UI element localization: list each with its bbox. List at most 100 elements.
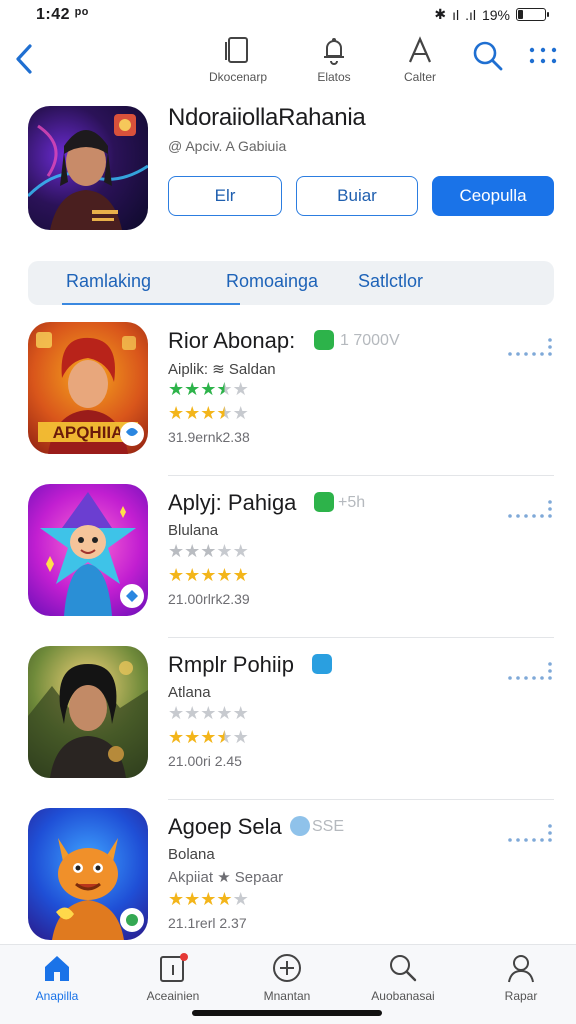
list-item[interactable]: Agoep Sela SSE Bolana Akpiiat ★ Sepaar ★… [0, 802, 576, 962]
bottom-tab-label: Aceainien [146, 989, 200, 1003]
app-icon [28, 808, 148, 940]
nav-item-calter[interactable]: Calter [380, 34, 460, 84]
bottom-tab-label: Rapar [504, 989, 538, 1003]
app-meta: 21.00ri 2.45 [168, 753, 242, 769]
battery-icon [516, 8, 549, 21]
tab-bar: Ramlaking Romoainga Satlctlor [28, 261, 554, 305]
list-item[interactable]: Rmplr Pohiip Atlana ★★★★★ ★★★★★ 21.00ri … [0, 640, 576, 800]
status-time: 1:42 ᵖᵒ [36, 6, 89, 23]
more-dots-icon[interactable] [506, 498, 554, 524]
star-icon: ★ [200, 727, 217, 747]
app-meta: 31.9ernk2.38 [168, 429, 250, 445]
back-button[interactable] [12, 42, 36, 76]
search-icon [473, 41, 503, 71]
bottom-tab-updates[interactable]: Aceainien [118, 953, 228, 1003]
hero-character-icon: APQHIIA [36, 332, 144, 454]
featured-app-icon[interactable] [28, 106, 148, 230]
app-icon [28, 646, 148, 778]
nav-item-device[interactable]: Dkocenarp [198, 34, 278, 84]
bottom-tab-home[interactable]: Anapilla [2, 953, 112, 1003]
bottom-tab-profile[interactable]: Rapar [466, 953, 576, 1003]
more-dots-icon[interactable] [506, 660, 554, 686]
search-icon [390, 955, 417, 982]
star-icon: ★ [232, 379, 249, 399]
star-icon: ★ [200, 565, 217, 585]
app-name: Rmplr Pohiip [168, 652, 294, 677]
nav-item-alerts[interactable]: Elatos [294, 34, 374, 84]
star-icon: ★ [200, 541, 217, 561]
star-icon: ★ [200, 379, 217, 399]
app-name: Agoep Sela [168, 814, 282, 839]
more-dots-icon[interactable] [506, 822, 554, 848]
app-icon [28, 484, 148, 616]
verified-badge-icon [314, 330, 334, 350]
star-icon: ★ [184, 889, 201, 909]
star-icon: ★ [216, 379, 233, 399]
active-tab-indicator [62, 303, 240, 305]
hero-button-second[interactable]: Buiar [296, 176, 418, 216]
app-extra-info: 1 7000V [340, 332, 400, 349]
nav-label-alerts: Elatos [317, 70, 351, 84]
star-icon: ★ [168, 403, 185, 423]
app-icon: APQHIIA [28, 322, 148, 454]
star-icon: ★ [200, 889, 217, 909]
list-item[interactable]: APQHIIA Rior Abonap: 1 7000V Aiplik: ≋ S… [0, 316, 576, 476]
star-icon: ★ [168, 703, 185, 723]
app-developer: Aiplik: ≋ Saldan [168, 361, 276, 378]
verified-badge-icon [312, 654, 332, 674]
bottom-tab-label: Mnantan [263, 989, 311, 1003]
character-portrait-icon [28, 114, 148, 230]
rating-stars-secondary: ★★★★★ [168, 566, 249, 584]
search-button[interactable] [472, 40, 504, 72]
more-dots-icon[interactable] [506, 336, 554, 362]
grid-dots-icon [529, 47, 557, 64]
star-icon: ★ [184, 565, 201, 585]
star-icon: ★ [232, 889, 249, 909]
app-developer: Blulana [168, 522, 219, 539]
star-icon: ★ [168, 379, 185, 399]
creature-character-icon [52, 838, 144, 940]
hero-button-primary[interactable]: Ceopulla [432, 176, 554, 216]
chevron-left-icon [16, 44, 32, 74]
nav-label-device: Dkocenarp [208, 70, 268, 84]
app-name: Aplyj: Pahiga [168, 490, 297, 515]
app-extra-info: +5h [338, 494, 366, 511]
star-icon: ★ [168, 727, 185, 747]
bottom-tab-label: Auobanasai [371, 989, 435, 1003]
bottom-tab-search[interactable]: Auobanasai [348, 953, 458, 1003]
tab-selector[interactable]: Satlctlor [358, 271, 423, 292]
bottom-tab-label: Anapilla [35, 989, 79, 1003]
home-icon [45, 956, 69, 981]
star-icon: ★ [232, 727, 249, 747]
tab-ranking[interactable]: Ramlaking [66, 271, 151, 292]
top-navigation: Dkocenarp Elatos Calter [0, 32, 576, 92]
star-icon: ★ [216, 403, 233, 423]
divider [168, 799, 554, 800]
add-circle-icon [273, 954, 301, 982]
more-options-button[interactable] [528, 46, 558, 66]
star-icon: ★ [184, 403, 201, 423]
updates-icon [160, 953, 188, 982]
divider [168, 637, 554, 638]
star-icon: ★ [216, 703, 233, 723]
bluetooth-icon: ✱ [434, 6, 447, 22]
bottom-tab-add[interactable]: Mnantan [232, 953, 342, 1003]
rating-stars-primary: ★★★★★ [168, 380, 249, 398]
wizard-character-icon [40, 492, 144, 616]
star-icon: ★ [168, 565, 185, 585]
list-item[interactable]: Aplyj: Pahiga +5h Blulana ★★★★★ ★★★★★ 21… [0, 478, 576, 638]
star-icon: ★ [200, 703, 217, 723]
app-name: Rior Abonap: [168, 328, 296, 353]
featured-app-title: NdoraiiollaRahania [168, 104, 366, 131]
star-icon: ★ [216, 889, 233, 909]
status-bar: 1:42 ᵖᵒ ✱ ıl .ıl 19% [0, 0, 576, 30]
home-indicator [192, 1010, 382, 1016]
star-icon: ★ [200, 403, 217, 423]
profile-icon [508, 955, 534, 983]
rating-stars-secondary: ★★★★★ [168, 404, 249, 422]
nav-label-calter: Calter [403, 70, 436, 84]
app-developer-secondary: Akpiiat ★ Sepaar [168, 869, 284, 886]
verified-badge-icon [314, 492, 334, 512]
tab-upcoming[interactable]: Romoainga [226, 271, 318, 292]
hero-button-first[interactable]: Elr [168, 176, 282, 216]
